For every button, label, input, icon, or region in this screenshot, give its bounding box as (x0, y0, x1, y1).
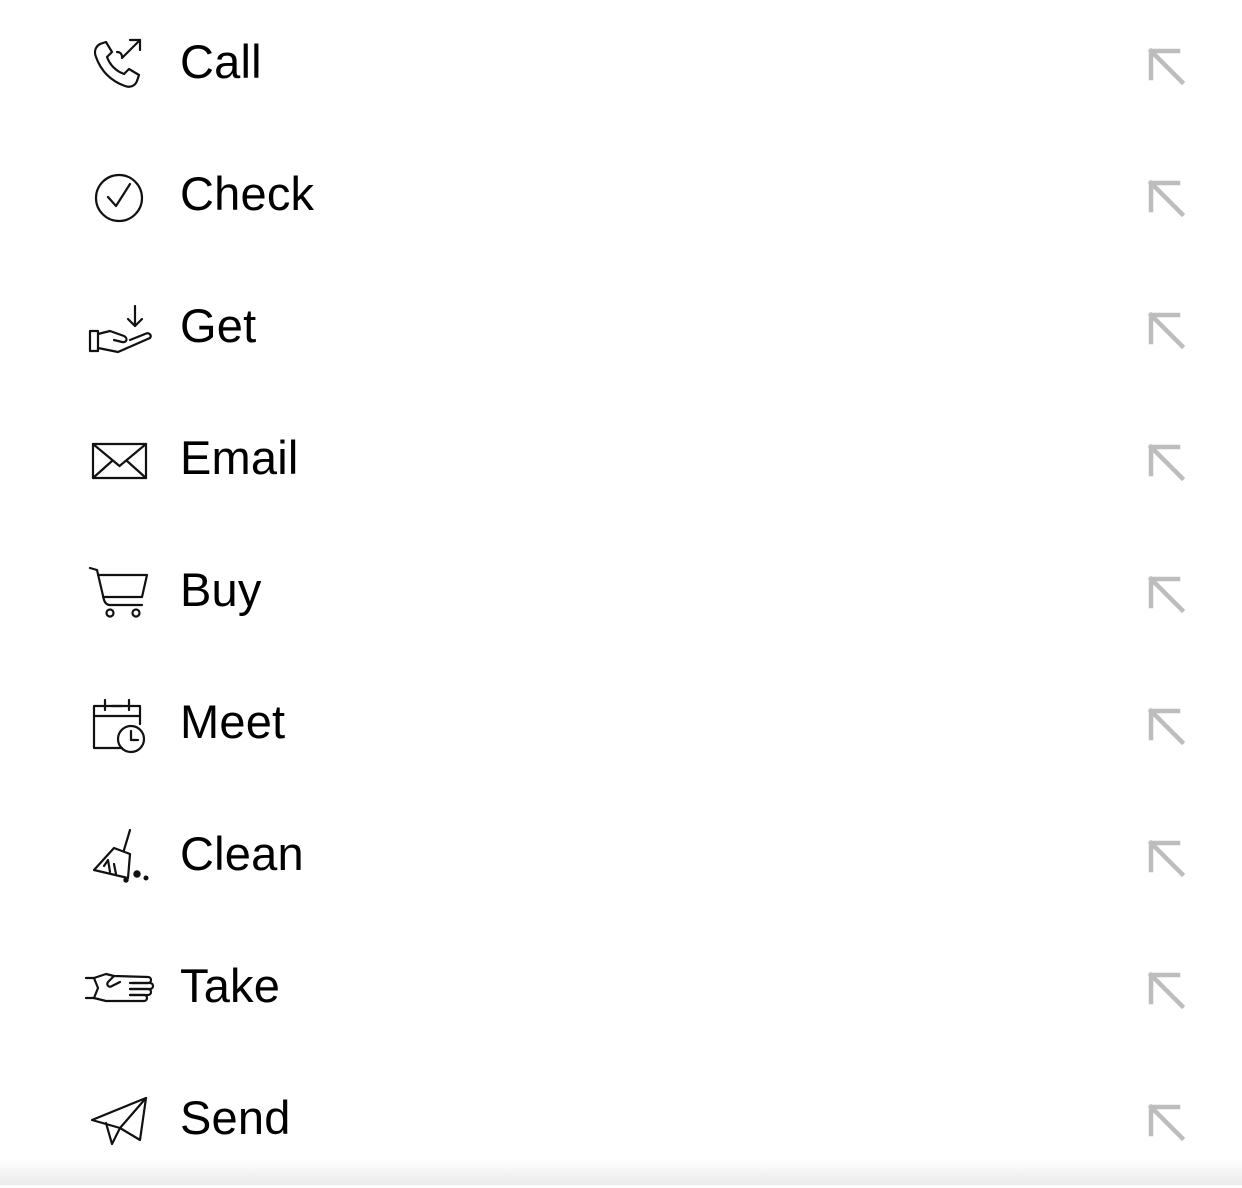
action-label: Check (180, 167, 315, 220)
action-row-check[interactable]: Check (0, 132, 1242, 264)
arrow-up-left-icon[interactable] (1144, 572, 1188, 616)
action-label: Send (180, 1091, 291, 1144)
action-row-buy[interactable]: Buy (0, 528, 1242, 660)
arrow-up-left-icon[interactable] (1144, 440, 1188, 484)
action-row-meet[interactable]: Meet (0, 660, 1242, 792)
action-row-send[interactable]: Send (0, 1056, 1242, 1188)
arrow-up-left-icon[interactable] (1144, 308, 1188, 352)
action-label: Buy (180, 563, 262, 616)
calendar-clock-icon (84, 694, 158, 758)
action-row-take[interactable]: Take (0, 924, 1242, 1056)
phone-outgoing-icon (84, 34, 158, 98)
arrow-up-left-icon[interactable] (1144, 176, 1188, 220)
envelope-icon (84, 430, 158, 494)
action-label: Clean (180, 827, 304, 880)
paper-plane-icon (84, 1090, 158, 1154)
shopping-cart-icon (84, 562, 158, 626)
action-label: Meet (180, 695, 286, 748)
action-row-get[interactable]: Get (0, 264, 1242, 396)
arrow-up-left-icon[interactable] (1144, 44, 1188, 88)
arrow-up-left-icon[interactable] (1144, 968, 1188, 1012)
action-row-clean[interactable]: Clean (0, 792, 1242, 924)
broom-icon (84, 826, 158, 890)
hand-receive-icon (84, 298, 158, 362)
action-list: Call Check Get Email Buy Meet Clean Take… (0, 0, 1242, 1146)
action-row-email[interactable]: Email (0, 396, 1242, 528)
action-label: Email (180, 431, 299, 484)
action-row-call[interactable]: Call (0, 0, 1242, 132)
check-circle-icon (84, 166, 158, 230)
arrow-up-left-icon[interactable] (1144, 1100, 1188, 1144)
hand-pointing-icon (84, 958, 158, 1022)
arrow-up-left-icon[interactable] (1144, 836, 1188, 880)
action-label: Get (180, 299, 257, 352)
arrow-up-left-icon[interactable] (1144, 704, 1188, 748)
action-label: Call (180, 35, 262, 88)
action-label: Take (180, 959, 281, 1012)
